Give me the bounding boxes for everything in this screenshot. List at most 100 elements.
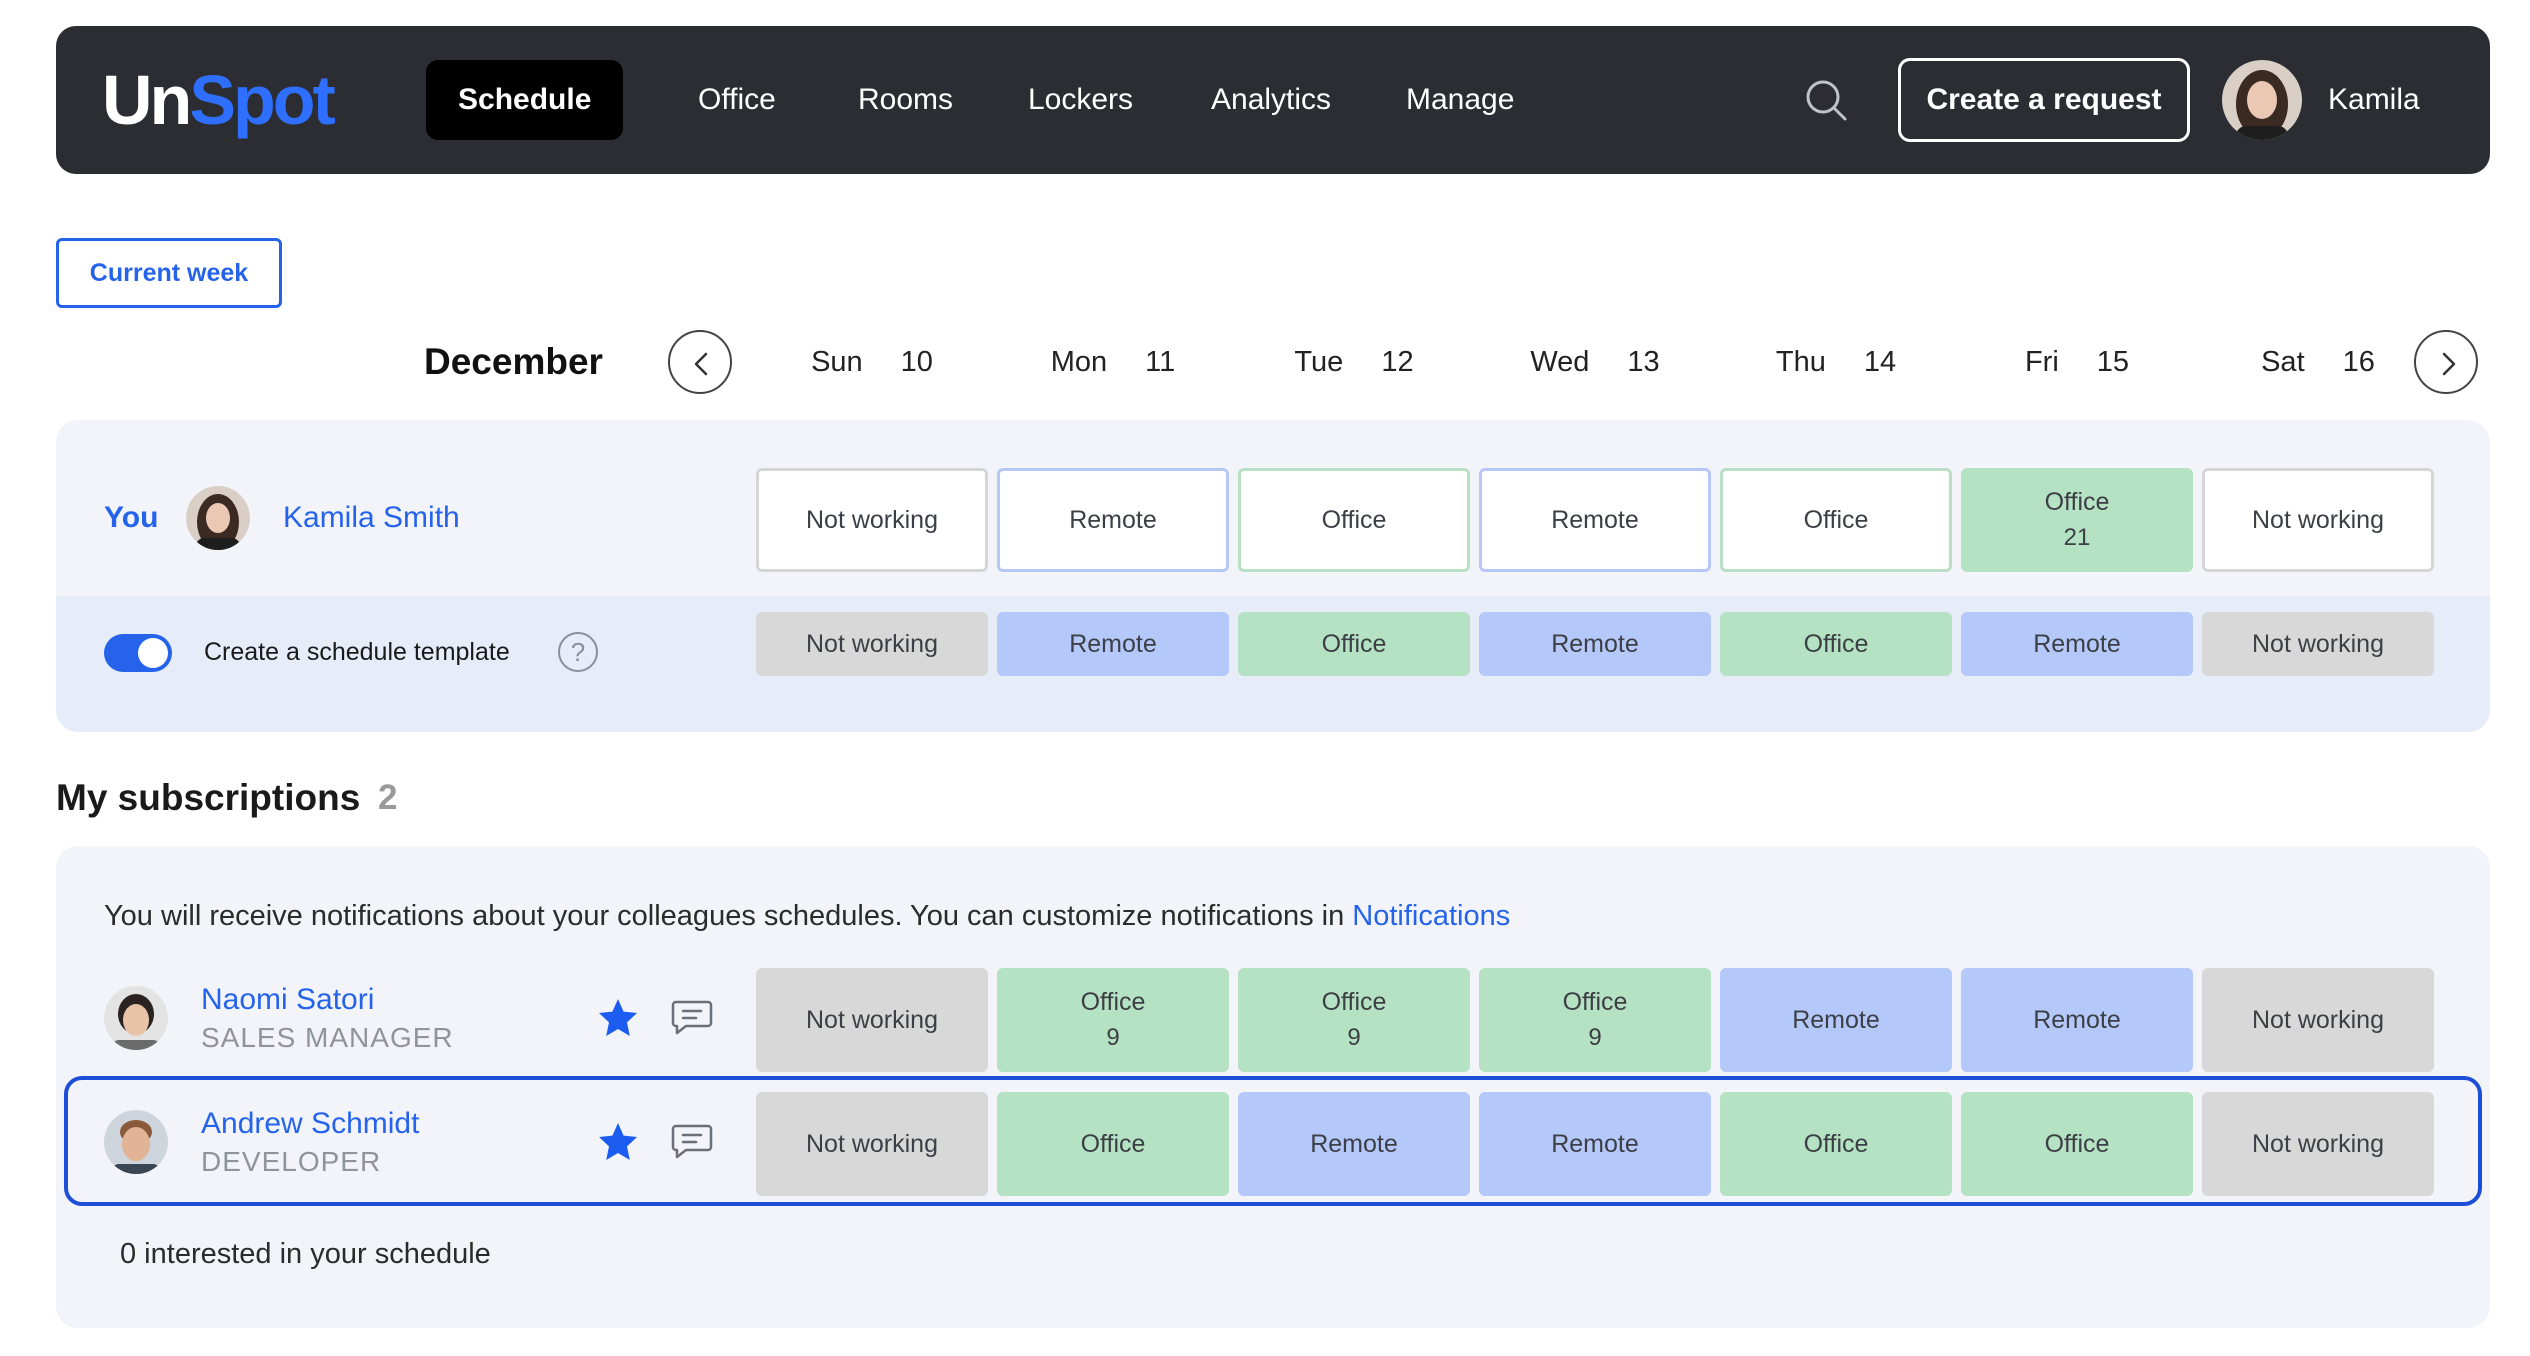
schedule-cell-office[interactable]: Office bbox=[1720, 1092, 1952, 1196]
star-icon[interactable] bbox=[596, 1120, 640, 1164]
subscriptions-title: My subscriptions bbox=[56, 777, 361, 818]
my-schedule-panel: You Kamila Smith Create a schedule templ… bbox=[56, 420, 2490, 732]
notifications-link[interactable]: Notifications bbox=[1352, 900, 1510, 932]
cell-status: Office bbox=[1321, 506, 1387, 534]
schedule-cell-office[interactable]: Office bbox=[1720, 612, 1952, 676]
schedule-cell-office[interactable]: Office 9 bbox=[1238, 968, 1470, 1072]
schedule-cell-not-working[interactable]: Not working bbox=[2202, 1092, 2434, 1196]
schedule-cell-office[interactable]: Office bbox=[1720, 468, 1952, 572]
cell-status: Not working bbox=[2252, 1006, 2384, 1034]
logo-text-part1: Un bbox=[102, 61, 192, 139]
cell-status: Office bbox=[1080, 988, 1146, 1016]
cell-status: Not working bbox=[806, 506, 938, 534]
day-header: Wed 13 bbox=[1475, 340, 1715, 384]
cell-status: Office bbox=[1321, 630, 1387, 658]
schedule-cell-remote[interactable]: Remote bbox=[1238, 1092, 1470, 1196]
day-number: 10 bbox=[900, 346, 933, 378]
subscription-role: SALES MANAGER bbox=[201, 1022, 454, 1053]
notice-text: You will receive notifications about you… bbox=[104, 900, 1353, 932]
schedule-cell-not-working[interactable]: Not working bbox=[2202, 468, 2434, 572]
cell-status: Office bbox=[1080, 1130, 1146, 1158]
schedule-cell-office[interactable]: Office bbox=[1961, 1092, 2193, 1196]
cell-status: Office bbox=[2044, 488, 2110, 516]
schedule-cell-office[interactable]: Office bbox=[1238, 612, 1470, 676]
schedule-cell-not-working[interactable]: Not working bbox=[756, 468, 988, 572]
user-avatar[interactable] bbox=[2222, 60, 2302, 140]
user-name[interactable]: Kamila bbox=[2328, 60, 2420, 140]
schedule-cell-remote[interactable]: Remote bbox=[1961, 612, 2193, 676]
schedule-cell-office[interactable]: Office 21 bbox=[1961, 468, 2193, 572]
nav-office[interactable]: Office bbox=[666, 60, 808, 140]
schedule-template-label: Create a schedule template bbox=[204, 638, 510, 666]
schedule-cell-office[interactable]: Office bbox=[997, 1092, 1229, 1196]
day-header: Thu 14 bbox=[1716, 340, 1956, 384]
cell-seat-number: 21 bbox=[2063, 524, 2091, 551]
day-header: Fri 15 bbox=[1957, 340, 2197, 384]
avatar bbox=[104, 1110, 168, 1174]
nav-manage[interactable]: Manage bbox=[1374, 60, 1546, 140]
day-name: Sun bbox=[811, 346, 863, 378]
help-icon[interactable]: ? bbox=[558, 632, 598, 672]
subscription-role: DEVELOPER bbox=[201, 1146, 382, 1177]
cell-status: Not working bbox=[2252, 1130, 2384, 1158]
cell-status: Not working bbox=[806, 1006, 938, 1034]
schedule-cell-not-working[interactable]: Not working bbox=[756, 968, 988, 1072]
search-icon[interactable] bbox=[1802, 76, 1850, 124]
cell-status: Office bbox=[1803, 506, 1869, 534]
cell-status: Not working bbox=[2252, 506, 2384, 534]
schedule-cell-not-working[interactable]: Not working bbox=[2202, 612, 2434, 676]
day-number: 11 bbox=[1145, 346, 1176, 378]
cell-seat-number: 9 bbox=[1347, 1024, 1361, 1051]
schedule-cell-not-working[interactable]: Not working bbox=[2202, 968, 2434, 1072]
schedule-template-toggle[interactable] bbox=[104, 634, 172, 672]
nav-rooms[interactable]: Rooms bbox=[826, 60, 985, 140]
subscriptions-count: 2 bbox=[378, 778, 398, 817]
chevron-left-icon bbox=[694, 352, 708, 376]
day-number: 12 bbox=[1381, 346, 1414, 378]
avatar bbox=[104, 986, 168, 1050]
my-name-link[interactable]: Kamila Smith bbox=[283, 496, 460, 540]
day-name: Thu bbox=[1775, 346, 1826, 378]
schedule-cell-office[interactable]: Office bbox=[1238, 468, 1470, 572]
create-request-button[interactable]: Create a request bbox=[1898, 58, 2190, 142]
cell-status: Remote bbox=[1069, 506, 1157, 534]
cell-status: Remote bbox=[1310, 1130, 1398, 1158]
schedule-cell-remote[interactable]: Remote bbox=[997, 468, 1229, 572]
cell-status: Remote bbox=[2033, 630, 2121, 658]
cell-seat-number: 9 bbox=[1588, 1024, 1602, 1051]
cell-status: Office bbox=[1803, 1130, 1869, 1158]
cell-status: Remote bbox=[1551, 506, 1639, 534]
day-number: 15 bbox=[2096, 346, 2130, 378]
cell-status: Office bbox=[1321, 988, 1387, 1016]
nav-schedule[interactable]: Schedule bbox=[426, 60, 624, 140]
day-header: Tue 12 bbox=[1234, 340, 1474, 384]
schedule-cell-remote[interactable]: Remote bbox=[997, 612, 1229, 676]
message-icon[interactable] bbox=[670, 994, 714, 1038]
nav-lockers[interactable]: Lockers bbox=[996, 60, 1165, 140]
nav-analytics[interactable]: Analytics bbox=[1179, 60, 1363, 140]
schedule-cell-not-working[interactable]: Not working bbox=[756, 612, 988, 676]
schedule-cell-office[interactable]: Office 9 bbox=[997, 968, 1229, 1072]
cell-status: Not working bbox=[806, 1130, 938, 1158]
schedule-cell-remote[interactable]: Remote bbox=[1479, 1092, 1711, 1196]
current-week-button[interactable]: Current week bbox=[56, 238, 282, 308]
interested-count-text: 0 interested in your schedule bbox=[120, 1238, 491, 1270]
schedule-cell-not-working[interactable]: Not working bbox=[756, 1092, 988, 1196]
subscription-name-link[interactable]: Naomi Satori bbox=[201, 980, 374, 1020]
star-icon[interactable] bbox=[596, 996, 640, 1040]
unspot-logo[interactable]: UnSpot bbox=[102, 60, 336, 140]
day-header: Mon 11 bbox=[993, 340, 1233, 384]
day-header: Sun 10 bbox=[752, 340, 992, 384]
day-number: 13 bbox=[1627, 346, 1660, 378]
schedule-cell-remote[interactable]: Remote bbox=[1720, 968, 1952, 1072]
subscription-name-link[interactable]: Andrew Schmidt bbox=[201, 1104, 419, 1144]
message-icon[interactable] bbox=[670, 1118, 714, 1162]
schedule-cell-remote[interactable]: Remote bbox=[1479, 612, 1711, 676]
cell-status: Remote bbox=[1069, 630, 1157, 658]
schedule-cell-remote[interactable]: Remote bbox=[1479, 468, 1711, 572]
schedule-cell-office[interactable]: Office 9 bbox=[1479, 968, 1711, 1072]
notifications-notice: You will receive notifications about you… bbox=[104, 894, 1510, 938]
prev-week-button[interactable] bbox=[668, 330, 732, 394]
cell-status: Office bbox=[1803, 630, 1869, 658]
schedule-cell-remote[interactable]: Remote bbox=[1961, 968, 2193, 1072]
